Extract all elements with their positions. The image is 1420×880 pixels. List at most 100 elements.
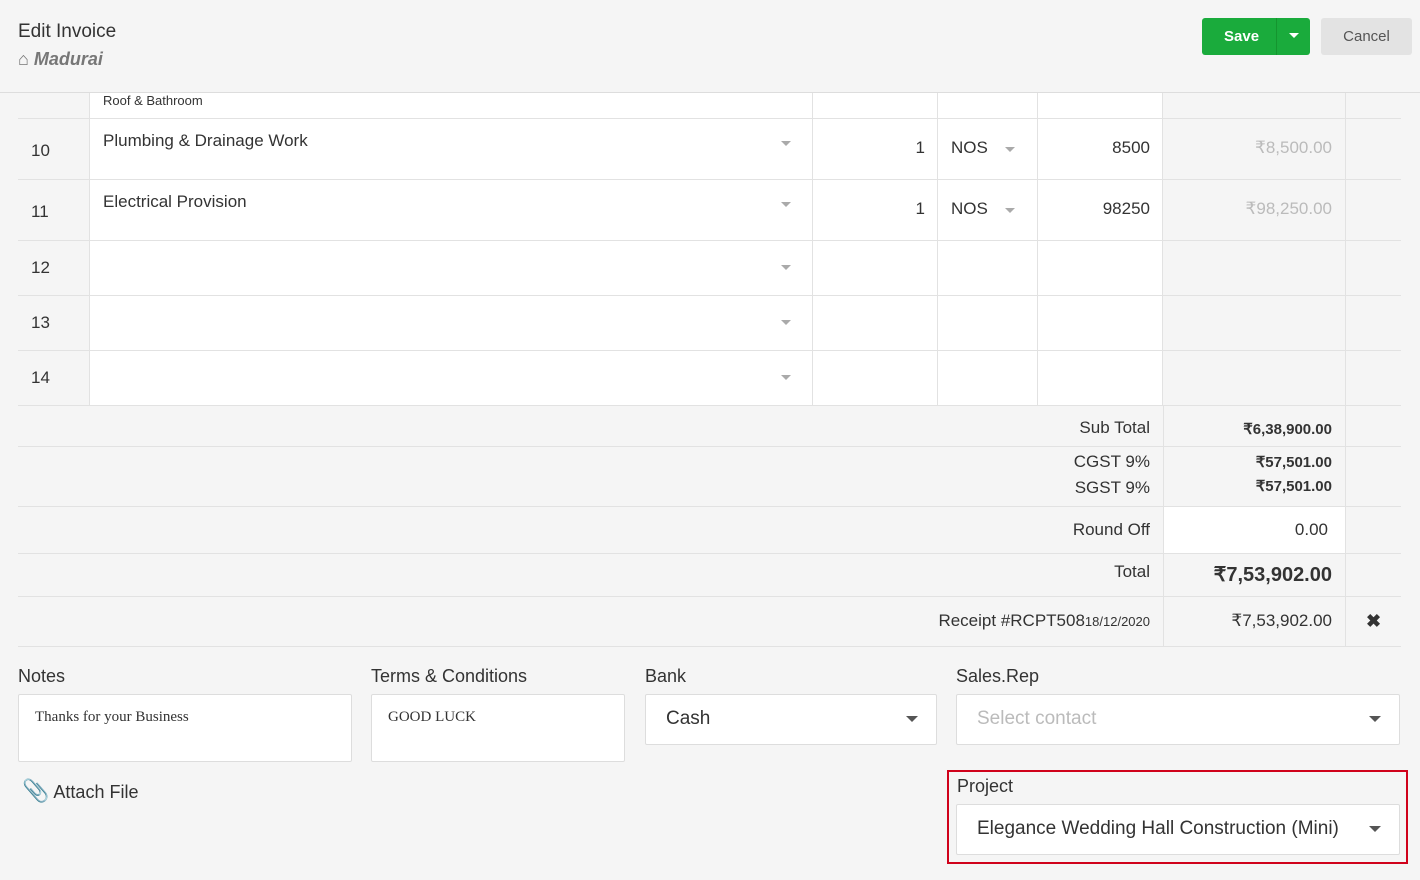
rate-input[interactable] <box>1038 93 1163 118</box>
terms-textarea[interactable]: GOOD LUCK <box>371 694 625 762</box>
amount-value: ₹8,500.00 <box>1163 119 1346 179</box>
unit-select-text: NOS <box>951 138 988 157</box>
item-select[interactable] <box>90 241 813 295</box>
project-select[interactable]: Elegance Wedding Hall Construction (Mini… <box>956 804 1400 855</box>
sgst-label: SGST 9% <box>1074 478 1150 497</box>
quantity-input[interactable]: 1 <box>813 180 938 240</box>
subtotal-label: Sub Total <box>1079 418 1150 437</box>
chevron-down-icon <box>1369 716 1381 728</box>
cgst-value: ₹57,501.00 <box>1255 454 1332 471</box>
save-button[interactable]: Save <box>1202 18 1310 55</box>
row-number: 12 <box>18 241 90 295</box>
row-number-text: 14 <box>31 368 50 387</box>
chevron-down-icon <box>1369 826 1381 838</box>
bank-label: Bank <box>645 666 687 686</box>
bank-select[interactable]: Cash <box>645 694 937 745</box>
chevron-down-icon <box>781 320 791 330</box>
subtotal-value: ₹6,38,900.00 <box>1163 405 1346 446</box>
attach-file-button[interactable]: 📎 Attach File <box>22 778 138 804</box>
amount-value <box>1163 296 1346 350</box>
salesrep-placeholder: Select contact <box>977 708 1097 729</box>
page-title: Edit Invoice <box>18 21 117 42</box>
save-label: Save <box>1224 28 1260 45</box>
total-label: Total <box>1114 562 1150 581</box>
unit-select[interactable] <box>938 241 1038 295</box>
table-row: 11 Electrical Provision 1 NOS 98250 ₹98,250.0… <box>18 180 1401 241</box>
cancel-button[interactable]: Cancel <box>1321 18 1412 55</box>
rate-input[interactable] <box>1038 296 1163 350</box>
chevron-down-icon <box>1005 208 1015 218</box>
round-off-input[interactable]: 0.00 <box>1163 507 1346 553</box>
cgst-label: CGST 9% <box>1073 452 1150 471</box>
unit-select-text: NOS <box>951 199 988 218</box>
receipt-row: Receipt #RCPT50818/12/2020 ₹7,53,902.00 … <box>18 597 1401 647</box>
unit-select[interactable]: NOS <box>938 180 1038 240</box>
rate-input-text: 98250 <box>1102 199 1150 218</box>
row-number-text: 11 <box>31 202 49 221</box>
notes-label: Notes <box>18 666 66 686</box>
table-row: 12 <box>18 241 1401 296</box>
receipt-date: 18/12/2020 <box>1084 614 1150 629</box>
paperclip-icon: 📎 <box>22 778 50 803</box>
round-off-label: Round Off <box>1072 520 1150 539</box>
unit-select[interactable] <box>938 351 1038 405</box>
location: ⌂ Madurai <box>18 49 103 70</box>
quantity-input[interactable] <box>813 351 938 405</box>
chevron-down-icon <box>781 265 791 275</box>
project-value: Elegance Wedding Hall Construction (Mini… <box>977 818 1339 839</box>
quantity-input-text: 1 <box>915 138 925 157</box>
row-actions <box>1346 296 1401 350</box>
subtotal-row: Sub Total ₹6,38,900.00 <box>18 405 1401 447</box>
table-row: 13 <box>18 296 1401 351</box>
sgst-value: ₹57,501.00 <box>1255 478 1332 495</box>
row-actions <box>1346 351 1401 405</box>
location-name: Madurai <box>33 49 103 69</box>
rate-input-text: 8500 <box>1112 138 1150 157</box>
amount-value <box>1163 93 1346 118</box>
amount-value-text: ₹98,250.00 <box>1245 199 1332 218</box>
row-number: 14 <box>18 351 90 405</box>
round-off-row: Round Off 0.00 <box>18 507 1401 554</box>
item-select[interactable] <box>90 296 813 350</box>
receipt-label[interactable]: Receipt #RCPT508 <box>938 611 1084 630</box>
item-select[interactable]: Roof & Bathroom <box>90 93 813 118</box>
unit-select[interactable] <box>938 93 1038 118</box>
quantity-input[interactable] <box>813 241 938 295</box>
project-label: Project <box>957 776 1014 796</box>
page-header: Edit Invoice ⌂ Madurai Save Cancel <box>0 0 1420 93</box>
total-value: ₹7,53,902.00 <box>1163 554 1346 596</box>
quantity-input[interactable] <box>813 93 938 118</box>
unit-select[interactable]: NOS <box>938 119 1038 179</box>
row-number: 10 <box>18 119 90 179</box>
rate-input[interactable] <box>1038 351 1163 405</box>
rate-input[interactable]: 98250 <box>1038 180 1163 240</box>
unit-select[interactable] <box>938 296 1038 350</box>
chevron-down-icon <box>1005 147 1015 157</box>
chevron-down-icon <box>781 202 791 212</box>
save-dropdown-toggle[interactable] <box>1276 18 1310 55</box>
rate-input[interactable]: 8500 <box>1038 119 1163 179</box>
notes-textarea[interactable]: Thanks for your Business <box>18 694 352 762</box>
row-number-text: 12 <box>31 258 50 277</box>
item-select[interactable] <box>90 351 813 405</box>
amount-value <box>1163 351 1346 405</box>
item-select[interactable]: Plumbing & Drainage Work <box>90 119 813 179</box>
receipt-amount: ₹7,53,902.00 <box>1163 597 1346 646</box>
rate-input[interactable] <box>1038 241 1163 295</box>
bank-value: Cash <box>666 708 711 729</box>
quantity-input[interactable]: 1 <box>813 119 938 179</box>
chevron-down-icon <box>781 375 791 385</box>
salesrep-select[interactable]: Select contact <box>956 694 1400 745</box>
quantity-input[interactable] <box>813 296 938 350</box>
item-select[interactable]: Electrical Provision <box>90 180 813 240</box>
item-select-text: Plumbing & Drainage Work <box>103 131 308 150</box>
line-items-table: Roof & Bathroom 10 Plumbing & Drainage Wor… <box>18 93 1401 406</box>
table-row: Roof & Bathroom <box>18 93 1401 119</box>
row-actions <box>1346 180 1401 240</box>
salesrep-label: Sales.Rep <box>956 666 1040 686</box>
remove-receipt-icon[interactable]: ✖ <box>1346 597 1401 646</box>
total-row: Total ₹7,53,902.00 <box>18 554 1401 597</box>
row-actions <box>1346 241 1401 295</box>
home-icon: ⌂ <box>18 49 29 69</box>
chevron-down-icon <box>781 141 791 151</box>
